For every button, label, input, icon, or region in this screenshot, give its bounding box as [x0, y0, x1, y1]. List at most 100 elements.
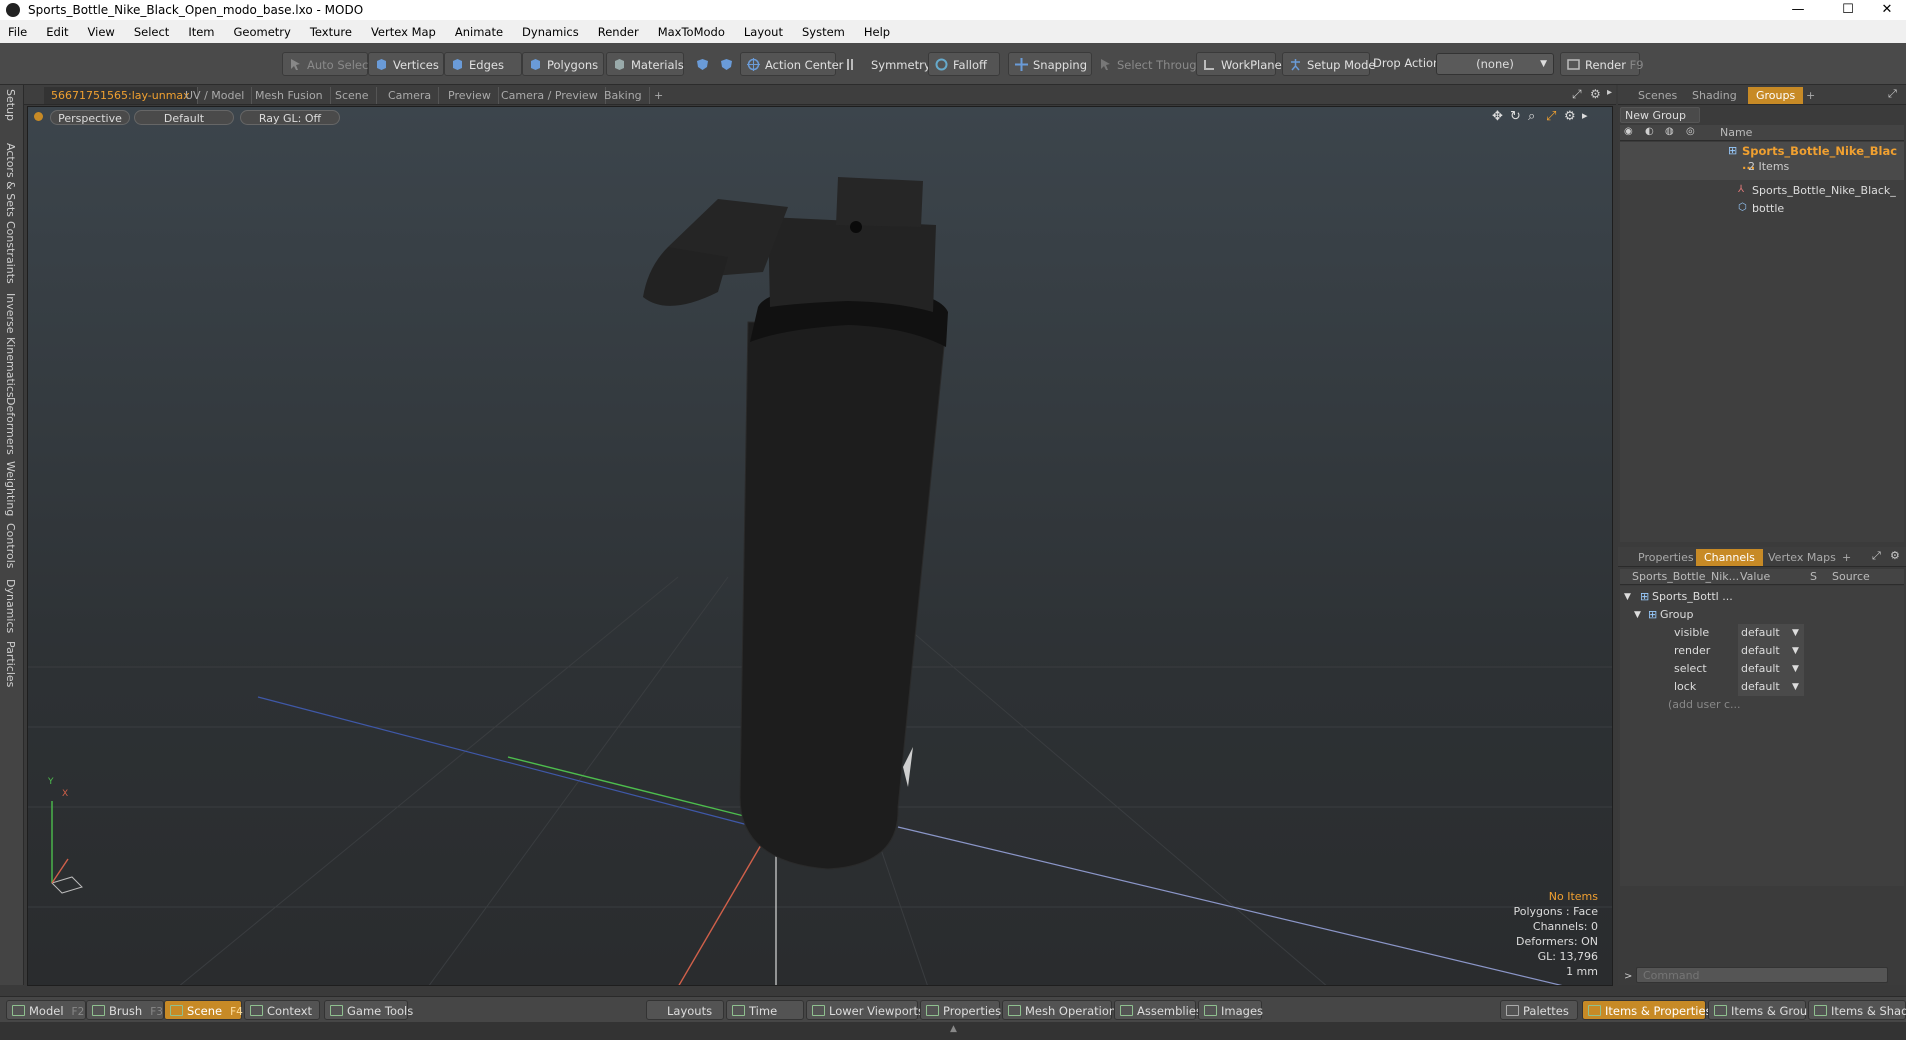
workplane-button[interactable]: WorkPlane [1196, 52, 1282, 76]
materials-button[interactable]: Materials [606, 52, 684, 76]
vertices-button[interactable]: Vertices [368, 52, 444, 76]
model-layout-button[interactable]: Model F2 [6, 1000, 86, 1020]
drop-action-select[interactable]: (none) ▼ [1436, 53, 1554, 75]
menu-help[interactable]: Help [864, 25, 890, 39]
channel-row-render[interactable]: render default ▼ [1620, 642, 1906, 660]
menu-animate[interactable]: Animate [455, 25, 503, 39]
tab-uv-model[interactable]: UV / Model [178, 87, 253, 104]
channel-row-lock[interactable]: lock default ▼ [1620, 678, 1906, 696]
game-tools-layout-button[interactable]: Game Tools [324, 1000, 413, 1020]
channel-item-row[interactable]: ▼ ⊞ Sports_Bottl ... [1620, 588, 1906, 606]
channel-group-row[interactable]: ▼ ⊞ Group [1620, 606, 1906, 624]
tab-controls[interactable]: Controls [4, 523, 17, 569]
channel-row-select[interactable]: select default ▼ [1620, 660, 1906, 678]
menu-geometry[interactable]: Geometry [234, 25, 291, 39]
menu-vertex-map[interactable]: Vertex Map [371, 25, 436, 39]
channel-row-visible[interactable]: visible default ▼ [1620, 624, 1906, 642]
tab-groups[interactable]: Groups [1748, 87, 1804, 104]
maximize-viewport-icon[interactable]: ⤢ [1572, 87, 1582, 102]
add-panel-tab-button[interactable]: + [1798, 87, 1823, 104]
render-toggle-icon[interactable]: ◐ [1645, 126, 1654, 137]
tab-vertex-maps[interactable]: Vertex Maps [1760, 549, 1844, 566]
layouts-button[interactable]: Layouts [646, 1000, 724, 1020]
command-input[interactable] [1636, 967, 1888, 983]
select-toggle-icon[interactable]: ◎ [1686, 126, 1695, 137]
brush-layout-button[interactable]: Brush F3 [86, 1000, 164, 1020]
menu-texture[interactable]: Texture [310, 25, 352, 39]
tab-inverse-kinematics[interactable]: Inverse Kinematics [4, 293, 17, 398]
tab-setup[interactable]: Setup [4, 89, 17, 121]
group-child-row[interactable]: ⅄ Sports_Bottle_Nike_Black_ ... [1620, 182, 1904, 210]
render-button[interactable]: Render F9 [1560, 52, 1644, 76]
setup-mode-button[interactable]: Setup Mode [1282, 52, 1375, 76]
scene-layout-button[interactable]: Scene F4 [164, 1000, 243, 1020]
time-button[interactable]: Time [726, 1000, 804, 1020]
chevron-up-icon[interactable]: ▲ [950, 1024, 957, 1034]
context-layout-button[interactable]: Context [244, 1000, 320, 1020]
close-button[interactable]: ✕ [1868, 0, 1906, 20]
tab-layout-unmax[interactable]: 56671751565:lay-unmax [44, 87, 198, 104]
tab-weighting[interactable]: Weighting [4, 461, 17, 516]
add-tab-button[interactable]: + [647, 87, 670, 104]
properties-button[interactable]: Properties [920, 1000, 1001, 1020]
maximize-panel-icon[interactable]: ⤢ [1888, 87, 1897, 101]
eye-icon[interactable]: ◉ [1624, 126, 1633, 137]
add-user-channel-row[interactable]: (add user c... [1620, 696, 1906, 714]
items-groups-button[interactable]: Items & Groups [1708, 1000, 1820, 1020]
group-row-selected[interactable]: ⊞ Sports_Bottle_Nike_Blac ... 2 Items [1620, 142, 1904, 180]
menu-system[interactable]: System [802, 25, 845, 39]
menu-render[interactable]: Render [598, 25, 639, 39]
gear-icon[interactable]: ⚙ [1590, 87, 1601, 101]
tab-camera[interactable]: Camera [381, 87, 440, 104]
tab-constraints[interactable]: Constraints [4, 221, 17, 284]
falloff-button[interactable]: Falloff [928, 52, 1000, 76]
menu-dynamics[interactable]: Dynamics [522, 25, 579, 39]
snapping-button[interactable]: Snapping [1008, 52, 1092, 76]
tab-actors-sets[interactable]: Actors & Sets [4, 143, 17, 217]
lower-viewports-button[interactable]: Lower Viewports [806, 1000, 924, 1020]
menu-file[interactable]: File [8, 25, 27, 39]
items-properties-button[interactable]: Items & Properties [1582, 1000, 1712, 1020]
lock-icon[interactable]: ◍ [1665, 126, 1674, 137]
maximize-button[interactable]: ☐ [1826, 0, 1870, 20]
group-child-row[interactable]: ⬡ bottle [1620, 200, 1904, 218]
tab-camera-preview[interactable]: Camera / Preview [494, 87, 606, 104]
action-center-button[interactable]: Action Center [740, 52, 843, 76]
gear-icon[interactable]: ⚙ [1890, 549, 1900, 562]
edges-button[interactable]: Edges [444, 52, 522, 76]
palettes-button[interactable]: Palettes [1500, 1000, 1578, 1020]
tab-properties[interactable]: Properties [1630, 549, 1702, 566]
tab-scene[interactable]: Scene [328, 87, 377, 104]
tab-particles[interactable]: Particles [4, 641, 17, 687]
tab-deformers[interactable]: Deformers [4, 397, 17, 455]
auto-select-button[interactable]: Auto Select [282, 52, 373, 76]
expand-right-icon[interactable]: ▸ [1607, 87, 1612, 98]
menu-select[interactable]: Select [134, 25, 169, 39]
select-through-button[interactable]: Select Through [1092, 52, 1204, 76]
3d-viewport[interactable]: Perspective Default Ray GL: Off ✥ ↻ ⌕ ⤢ … [27, 106, 1613, 986]
add-panel-tab-button[interactable]: + [1834, 549, 1859, 566]
assemblies-button[interactable]: Assemblies [1114, 1000, 1202, 1020]
images-button[interactable]: Images [1198, 1000, 1263, 1020]
items-shading-button[interactable]: Items & Shading [1808, 1000, 1906, 1020]
tab-channels[interactable]: Channels [1696, 549, 1763, 566]
minimize-button[interactable]: — [1776, 0, 1820, 20]
tab-preview[interactable]: Preview [441, 87, 499, 104]
polygons-button[interactable]: Polygons [522, 52, 604, 76]
tab-mesh-fusion[interactable]: Mesh Fusion [248, 87, 331, 104]
select-mode-icon-1[interactable] [690, 52, 714, 76]
menu-layout[interactable]: Layout [744, 25, 783, 39]
tab-scenes[interactable]: Scenes [1630, 87, 1685, 104]
menu-maxtomodo[interactable]: MaxToModo [658, 25, 725, 39]
select-mode-icon-2[interactable] [714, 52, 738, 76]
tab-baking[interactable]: Baking [597, 87, 650, 104]
menu-item[interactable]: Item [188, 25, 214, 39]
symmetry-button[interactable]: Symmetry [838, 52, 931, 76]
tab-shading[interactable]: Shading [1684, 87, 1745, 104]
new-group-button[interactable]: New Group [1620, 107, 1700, 123]
menu-edit[interactable]: Edit [46, 25, 68, 39]
menu-view[interactable]: View [88, 25, 115, 39]
tab-dynamics[interactable]: Dynamics [4, 579, 17, 633]
mesh-operations-button[interactable]: Mesh Operations [1002, 1000, 1122, 1020]
maximize-panel-icon[interactable]: ⤢ [1872, 549, 1881, 563]
